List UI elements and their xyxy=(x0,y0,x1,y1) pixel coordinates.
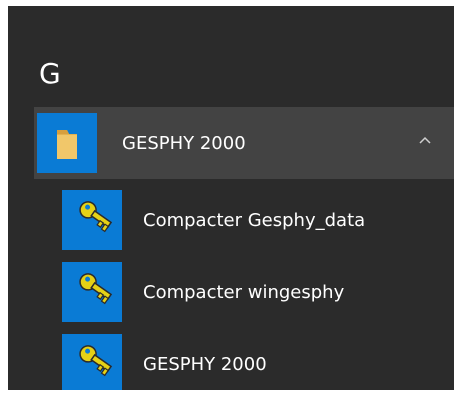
app-tile xyxy=(62,262,122,322)
app-tile xyxy=(62,334,122,390)
folder-label: GESPHY 2000 xyxy=(122,132,246,154)
list-item-label: GESPHY 2000 xyxy=(143,353,267,375)
folder-gesphy-2000[interactable]: GESPHY 2000 xyxy=(34,107,454,179)
app-tile xyxy=(62,190,122,250)
key-icon xyxy=(79,273,113,305)
list-item-label: Compacter wingesphy xyxy=(143,281,345,303)
list-item-compacter-wingesphy[interactable]: Compacter wingesphy xyxy=(62,256,454,328)
start-menu-app-list: G GESPHY 2000 Compacter Gesphy_data Comp… xyxy=(8,6,454,390)
alphabet-group-header[interactable]: G xyxy=(39,60,61,88)
folder-icon xyxy=(57,130,77,159)
chevron-up-icon xyxy=(419,136,431,144)
key-icon xyxy=(79,201,113,233)
list-item-compacter-gesphy-data[interactable]: Compacter Gesphy_data xyxy=(62,184,454,256)
list-item-gesphy-2000[interactable]: GESPHY 2000 xyxy=(62,328,454,390)
folder-tile xyxy=(37,113,97,173)
key-icon xyxy=(79,345,113,377)
folder-contents: Compacter Gesphy_data Compacter wingesph… xyxy=(62,184,454,390)
list-item-label: Compacter Gesphy_data xyxy=(143,209,366,231)
